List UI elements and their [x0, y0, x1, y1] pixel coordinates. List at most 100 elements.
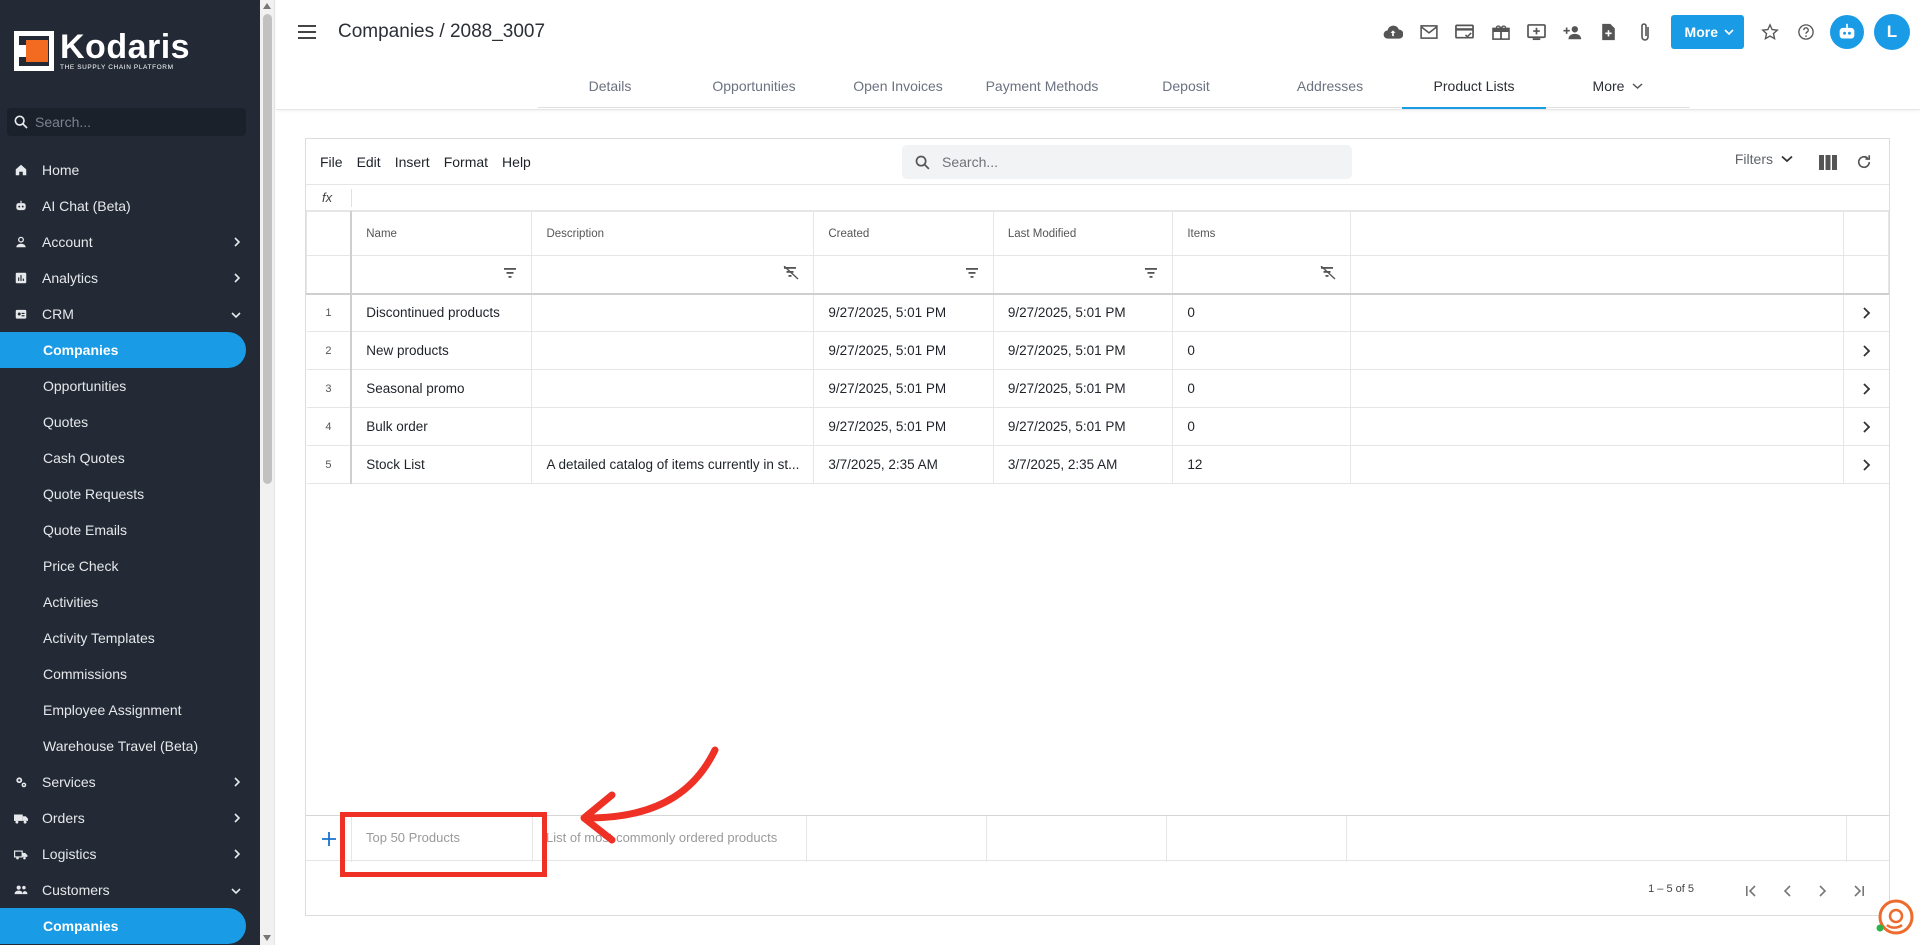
sidebar-item-cash-quotes[interactable]: Cash Quotes [0, 440, 260, 476]
cell-description[interactable]: A detailed catalog of items currently in… [531, 445, 815, 484]
tab-payment-methods[interactable]: Payment Methods [970, 64, 1114, 108]
sidebar-item-commissions[interactable]: Commissions [0, 656, 260, 692]
column-header-items[interactable]: Items [1172, 211, 1352, 256]
filter-icon[interactable] [1144, 267, 1158, 282]
menu-insert[interactable]: Insert [395, 154, 430, 170]
filter-cell-items[interactable] [1172, 255, 1352, 294]
previous-page-icon[interactable] [1777, 881, 1797, 901]
table-row[interactable]: 5 Stock List A detailed catalog of items… [306, 445, 1889, 484]
table-row[interactable]: 2 New products 9/27/2025, 5:01 PM 9/27/2… [306, 331, 1889, 370]
cell-created[interactable]: 3/7/2025, 2:35 AM [813, 445, 994, 484]
sidebar-scrollbar[interactable] [260, 0, 275, 945]
formula-bar[interactable]: fx [306, 185, 1889, 211]
table-row[interactable]: 3 Seasonal promo 9/27/2025, 5:01 PM 9/27… [306, 369, 1889, 408]
sidebar-item-services[interactable]: Services [0, 764, 260, 800]
sidebar-item-crm[interactable]: CRM [0, 296, 260, 332]
sidebar-item-account[interactable]: Account [0, 224, 260, 260]
tab-open-invoices[interactable]: Open Invoices [826, 64, 970, 108]
cell-last-modified[interactable]: 9/27/2025, 5:01 PM [993, 407, 1174, 446]
tab-addresses[interactable]: Addresses [1258, 64, 1402, 108]
filter-cell-name[interactable] [350, 255, 533, 294]
filter-cell-last-modified[interactable] [992, 255, 1174, 294]
chevron-right-icon[interactable] [1858, 420, 1874, 434]
sidebar-item-activity-templates[interactable]: Activity Templates [0, 620, 260, 656]
sidebar-item-opportunities[interactable]: Opportunities [0, 368, 260, 404]
sidebar-item-quotes[interactable]: Quotes [0, 404, 260, 440]
add-to-screen-icon[interactable] [1519, 14, 1555, 50]
cell-last-modified[interactable]: 9/27/2025, 5:01 PM [993, 293, 1174, 332]
filter-cell-description[interactable] [531, 255, 815, 294]
cell-description[interactable] [531, 293, 815, 332]
grid-search[interactable] [902, 145, 1352, 179]
filter-cell-created[interactable] [813, 255, 994, 294]
row-open-cell[interactable] [1843, 369, 1889, 408]
menu-edit[interactable]: Edit [357, 154, 381, 170]
cell-created[interactable]: 9/27/2025, 5:01 PM [813, 407, 994, 446]
columns-icon[interactable] [1815, 149, 1841, 175]
first-page-icon[interactable] [1741, 881, 1761, 901]
chevron-right-icon[interactable] [1858, 382, 1874, 396]
filters-button[interactable]: Filters [1735, 151, 1793, 167]
chat-widget-icon[interactable] [1876, 898, 1914, 936]
attachment-icon[interactable] [1627, 14, 1663, 50]
cell-last-modified[interactable]: 3/7/2025, 2:35 AM [993, 445, 1174, 484]
row-open-cell[interactable] [1843, 445, 1889, 484]
mail-icon[interactable] [1411, 14, 1447, 50]
sidebar-item-ai-chat[interactable]: AI Chat (Beta) [0, 188, 260, 224]
next-page-icon[interactable] [1813, 881, 1833, 901]
cell-items[interactable]: 0 [1172, 331, 1352, 370]
refresh-icon[interactable] [1851, 149, 1877, 175]
cell-last-modified[interactable]: 9/27/2025, 5:01 PM [993, 369, 1174, 408]
table-row[interactable]: 4 Bulk order 9/27/2025, 5:01 PM 9/27/202… [306, 407, 1889, 446]
column-header-last-modified[interactable]: Last Modified [992, 211, 1174, 256]
cell-description[interactable] [531, 407, 815, 446]
cell-items[interactable]: 0 [1172, 407, 1352, 446]
sidebar-item-logistics[interactable]: Logistics [0, 836, 260, 872]
user-avatar[interactable]: L [1874, 14, 1910, 50]
sidebar-item-quote-emails[interactable]: Quote Emails [0, 512, 260, 548]
sidebar-item-employee-assignment[interactable]: Employee Assignment [0, 692, 260, 728]
sidebar-item-customers-companies[interactable]: Companies [0, 908, 246, 944]
chevron-right-icon[interactable] [1858, 306, 1874, 320]
sidebar-item-analytics[interactable]: Analytics [0, 260, 260, 296]
sidebar-search-input[interactable] [35, 114, 225, 130]
menu-format[interactable]: Format [444, 154, 488, 170]
sidebar-item-customers[interactable]: Customers [0, 872, 260, 908]
add-person-icon[interactable] [1555, 14, 1591, 50]
tab-more[interactable]: More [1546, 64, 1690, 108]
scrollbar-thumb[interactable] [263, 14, 272, 484]
filter-icon[interactable] [965, 267, 979, 282]
kodaris-logo[interactable]: Kodaris THE SUPPLY CHAIN PLATFORM [14, 30, 190, 72]
cell-name[interactable]: New products [350, 331, 533, 370]
cell-name[interactable]: Discontinued products [350, 293, 533, 332]
column-header-description[interactable]: Description [531, 211, 815, 256]
ai-assistant-icon[interactable] [1830, 15, 1864, 49]
cloud-upload-icon[interactable] [1375, 14, 1411, 50]
cell-last-modified[interactable]: 9/27/2025, 5:01 PM [993, 331, 1174, 370]
column-header-created[interactable]: Created [813, 211, 994, 256]
new-document-icon[interactable] [1591, 14, 1627, 50]
tab-details[interactable]: Details [538, 64, 682, 108]
cell-created[interactable]: 9/27/2025, 5:01 PM [813, 369, 994, 408]
cell-items[interactable]: 12 [1172, 445, 1352, 484]
row-open-cell[interactable] [1843, 407, 1889, 446]
filter-off-icon[interactable] [783, 265, 799, 283]
scroll-up-arrow-icon[interactable] [263, 3, 271, 9]
filter-off-icon[interactable] [1320, 265, 1336, 283]
cell-name[interactable]: Stock List [350, 445, 533, 484]
cell-description[interactable] [531, 331, 815, 370]
tab-opportunities[interactable]: Opportunities [682, 64, 826, 108]
cell-description[interactable] [531, 369, 815, 408]
sidebar-item-orders[interactable]: Orders [0, 800, 260, 836]
sidebar-item-crm-companies[interactable]: Companies [0, 332, 246, 368]
sidebar-item-activities[interactable]: Activities [0, 584, 260, 620]
sidebar-item-warehouse-travel[interactable]: Warehouse Travel (Beta) [0, 728, 260, 764]
tab-deposit[interactable]: Deposit [1114, 64, 1258, 108]
last-page-icon[interactable] [1849, 881, 1869, 901]
table-row[interactable]: 1 Discontinued products 9/27/2025, 5:01 … [306, 293, 1889, 332]
help-icon[interactable] [1788, 14, 1824, 50]
sidebar-item-home[interactable]: Home [0, 152, 260, 188]
cell-items[interactable]: 0 [1172, 293, 1352, 332]
row-open-cell[interactable] [1843, 293, 1889, 332]
hamburger-menu-icon[interactable] [298, 22, 322, 42]
